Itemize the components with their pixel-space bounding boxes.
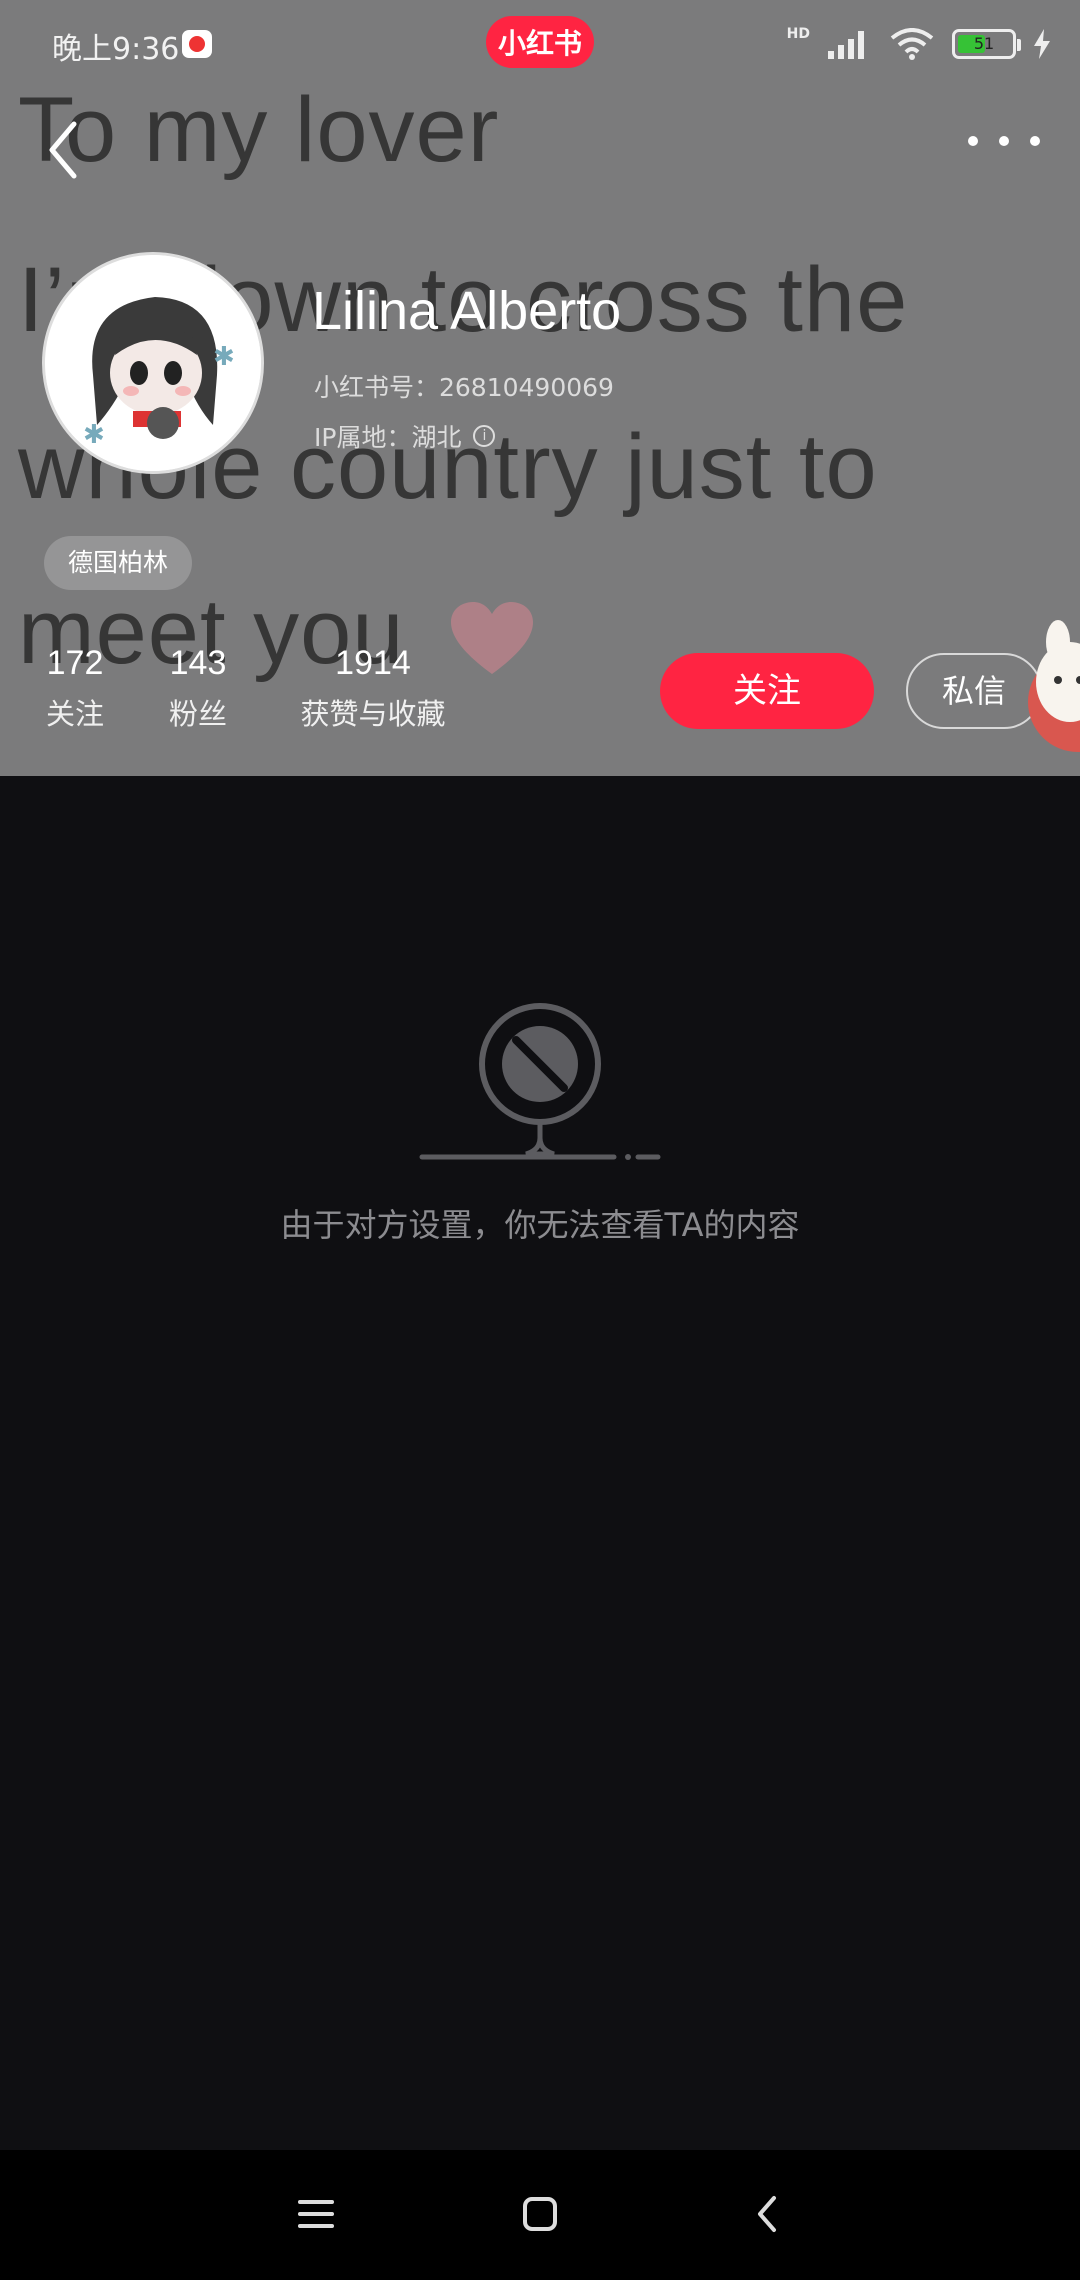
system-navigation-bar (0, 2150, 1080, 2280)
stat-followers[interactable]: 143 粉丝 (165, 644, 231, 733)
back-chevron-icon[interactable] (40, 118, 88, 182)
avatar[interactable]: ✱ ✱ (42, 252, 264, 474)
info-icon[interactable]: i (473, 425, 496, 447)
dot (1030, 136, 1040, 146)
stat-value: 1914 (335, 644, 411, 682)
battery-icon: 51 (952, 29, 1021, 59)
more-dots-icon[interactable] (968, 126, 1040, 156)
blocked-camera-icon (419, 1003, 661, 1160)
wifi-icon (890, 28, 934, 60)
stat-value: 172 (46, 644, 104, 682)
dot (999, 136, 1009, 146)
empty-state-message: 由于对方设置，你无法查看TA的内容 (280, 1206, 800, 1244)
ip-location: IP属地：湖北 i (314, 418, 496, 454)
sticker-decoration (1028, 620, 1080, 752)
stat-label: 获赞与收藏 (300, 697, 446, 731)
avatar-illustration: ✱ ✱ (45, 255, 261, 471)
username: Lilina Alberto (312, 281, 622, 341)
ip-location-text: IP属地：湖北 (314, 423, 462, 452)
stat-label: 粉丝 (168, 697, 227, 731)
status-bar: 晚上9:36 小红书 HD 51 (0, 0, 1080, 86)
dot (968, 136, 978, 146)
hd-label: HD (786, 26, 810, 42)
red-id: 小红书号：26810490069 (314, 373, 614, 402)
stat-value: 143 (169, 644, 227, 682)
battery-level: 51 (973, 34, 995, 53)
heart-icon (450, 601, 533, 674)
charging-icon (1034, 29, 1050, 59)
background-text-line: To my lover (18, 79, 500, 181)
stat-label: 关注 (45, 697, 104, 731)
menu-icon[interactable] (286, 2184, 346, 2244)
svg-text:✱: ✱ (83, 420, 105, 450)
notification-app-icon (182, 30, 212, 58)
svg-text:✱: ✱ (213, 342, 235, 372)
follow-button[interactable]: 关注 (660, 653, 874, 729)
profile-header: To my lover I’m down to cross the whole … (0, 0, 1080, 776)
stat-likes-and-collections[interactable]: 1914 获赞与收藏 (288, 644, 458, 733)
stat-following[interactable]: 172 关注 (42, 644, 108, 733)
home-square-icon[interactable] (510, 2184, 570, 2244)
signal-icon (828, 31, 864, 59)
status-time: 晚上9:36 (52, 32, 180, 67)
location-tag[interactable]: 德国柏林 (44, 536, 193, 590)
status-indicators: HD 51 (787, 24, 1050, 64)
brand-logo: 小红书 (486, 16, 594, 68)
back-triangle-icon[interactable] (738, 2184, 798, 2244)
